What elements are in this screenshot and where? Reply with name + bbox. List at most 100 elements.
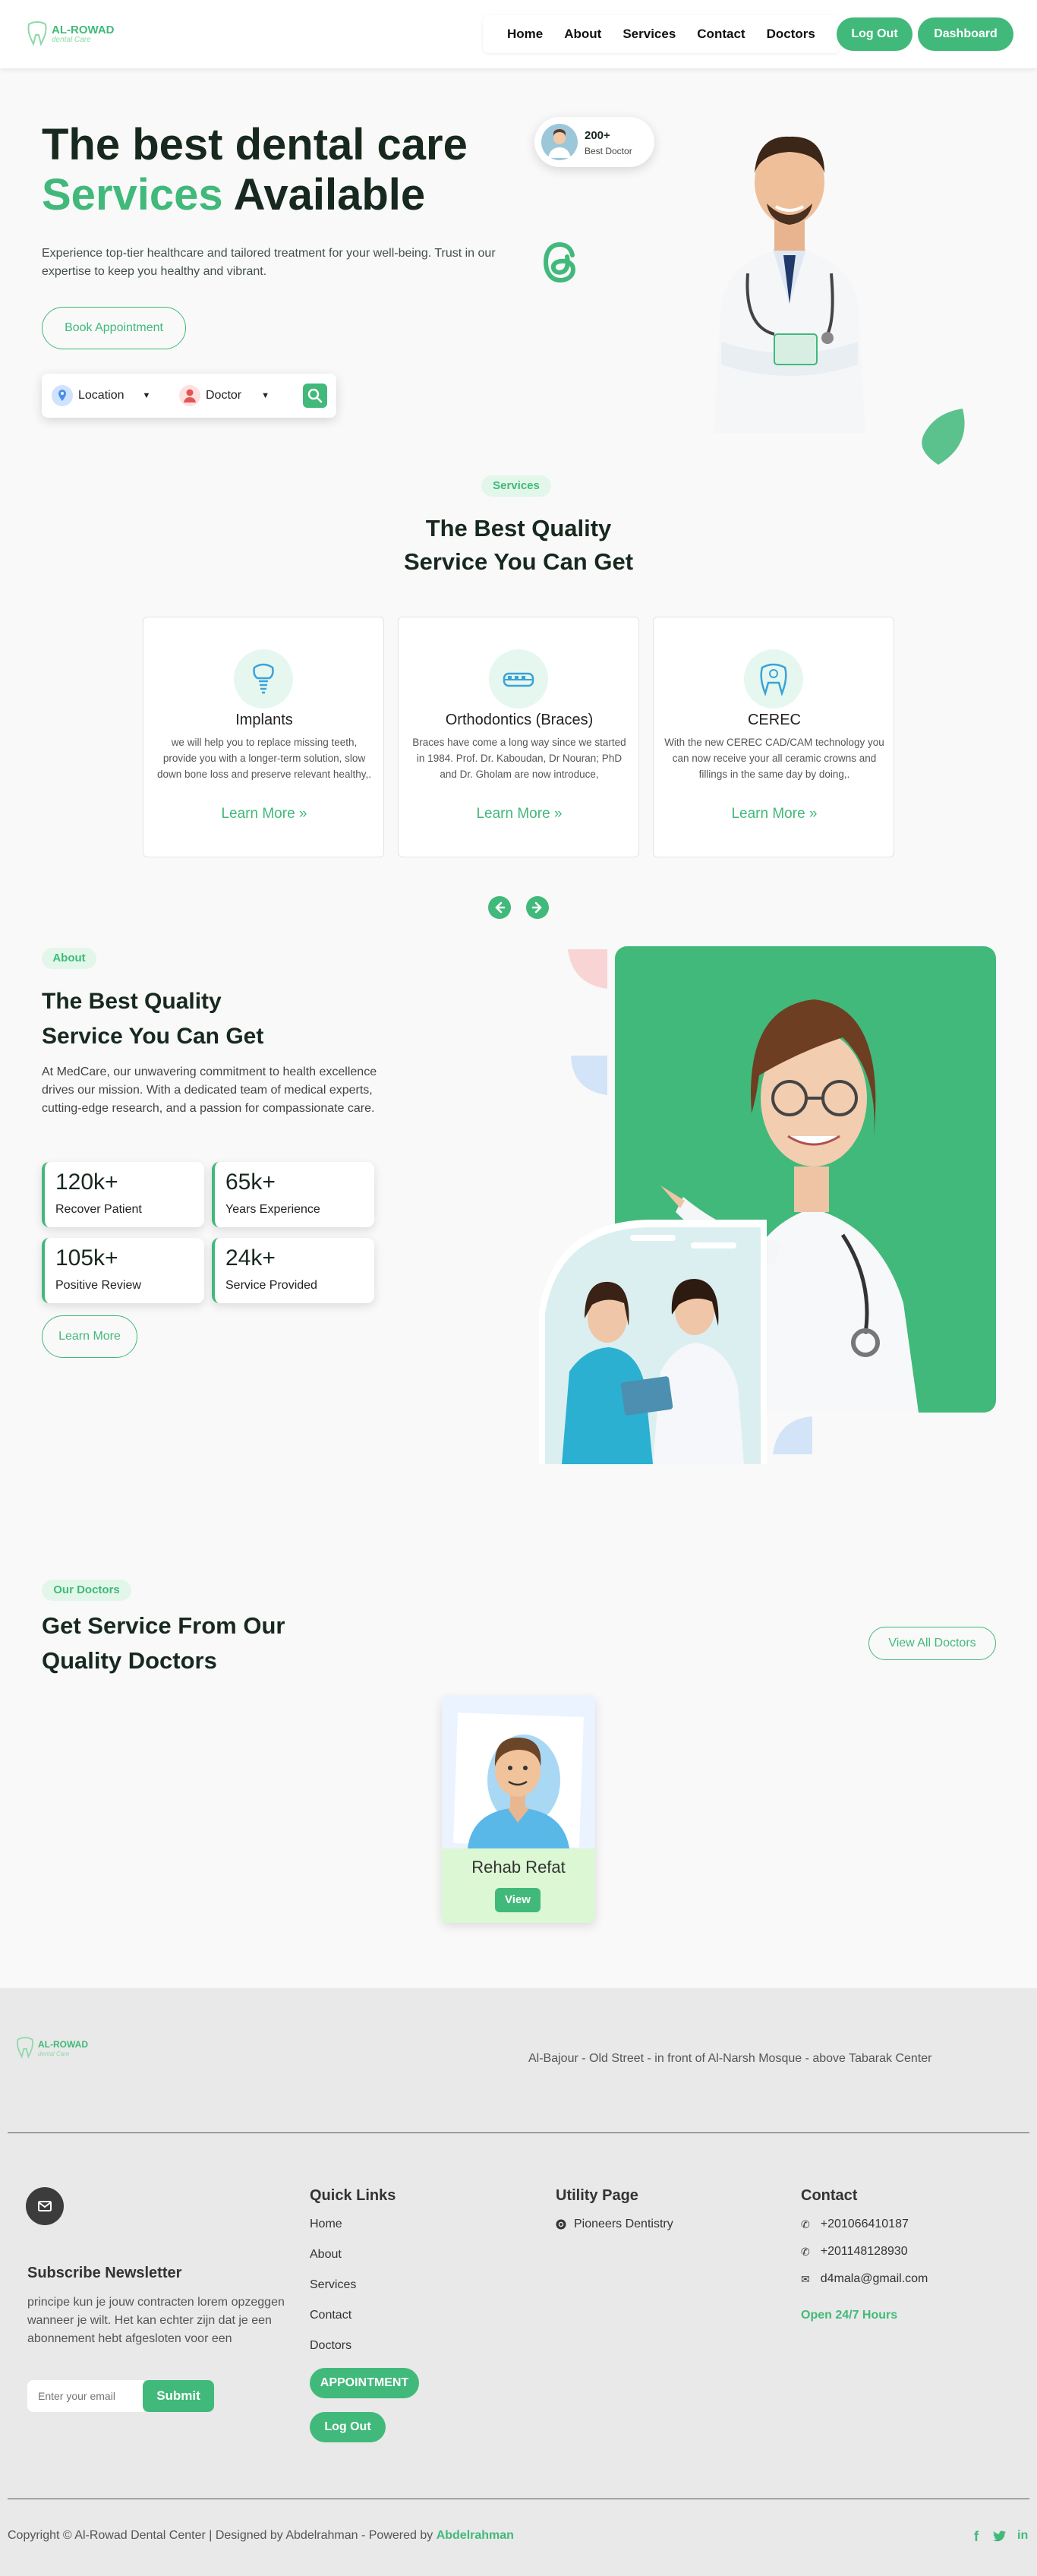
search-icon	[307, 388, 323, 403]
tooth-logo-icon	[27, 21, 47, 46]
hero-title-line1: The best dental care	[42, 120, 468, 169]
doctor-select[interactable]: Doctor ▼	[178, 384, 269, 407]
powered-by-link[interactable]: Abdelrahman	[437, 2529, 514, 2542]
services-chip: Services	[481, 475, 551, 497]
nav-home[interactable]: Home	[496, 27, 553, 42]
leaf-decoration	[922, 409, 965, 465]
carousel-prev-button[interactable]	[488, 896, 511, 919]
footer-address: Al-Bajour - Old Street - in front of Al-…	[528, 2052, 932, 2065]
envelope-icon: ✉	[801, 2272, 810, 2285]
email-text: d4mala@gmail.com	[820, 2272, 928, 2285]
newsletter-title: Subscribe Newsletter	[27, 2265, 182, 2281]
blue-shape-decoration	[571, 1056, 607, 1095]
stat-label: Positive Review	[55, 1279, 141, 1292]
service-card[interactable]: CEREC With the new CEREC CAD/CAM technol…	[653, 617, 894, 857]
linkedin-icon[interactable]: in	[1017, 2529, 1028, 2543]
services-title: The Best Quality Service You Can Get	[291, 512, 746, 579]
stat-card: 65k+ Years Experience	[212, 1162, 374, 1227]
phone2-text: +201148128930	[820, 2245, 908, 2258]
logout-button[interactable]: Log Out	[837, 17, 912, 51]
utility-item-label: Pioneers Dentistry	[574, 2218, 673, 2230]
search-bar: Location ▼ Doctor ▼	[42, 374, 336, 418]
utility-page-title: Utility Page	[556, 2187, 638, 2204]
service-title: Orthodontics (Braces)	[445, 712, 594, 728]
hero-doctor-image	[714, 136, 865, 433]
nurses-image	[539, 1220, 767, 1464]
pink-shape-decoration	[568, 949, 607, 989]
doctor-card[interactable]: Rehab Refat View	[442, 1697, 595, 1923]
blue-shape-decoration	[773, 1416, 812, 1454]
about-chip: About	[42, 948, 96, 969]
stat-value: 65k+	[225, 1170, 276, 1195]
location-label: Location	[78, 389, 125, 402]
facebook-icon[interactable]: f	[974, 2529, 979, 2545]
dashboard-button[interactable]: Dashboard	[918, 17, 1013, 51]
service-description: Braces have come a long way since we sta…	[412, 737, 626, 780]
braces-icon	[489, 649, 548, 709]
footer-logo[interactable]: AL-ROWAD dental Care	[15, 2037, 88, 2060]
arrow-right-icon	[531, 901, 542, 914]
footer-link-about[interactable]: About	[310, 2248, 342, 2262]
nav-contact[interactable]: Contact	[686, 27, 755, 42]
chevron-down-icon: ▼	[261, 391, 270, 400]
chevron-down-icon: ▼	[142, 391, 151, 400]
carousel-next-button[interactable]	[526, 896, 549, 919]
view-doctor-button[interactable]: View	[495, 1888, 541, 1912]
logo-tagline: dental Care	[52, 36, 91, 44]
footer-link-home[interactable]: Home	[310, 2218, 342, 2231]
footer-link-doctors[interactable]: Doctors	[310, 2339, 351, 2353]
learn-more-link[interactable]: Learn More »	[399, 806, 640, 822]
service-card[interactable]: Orthodontics (Braces) Braces have come a…	[398, 617, 639, 857]
newsletter-submit-button[interactable]: Submit	[143, 2380, 214, 2412]
doctor-label: Doctor	[206, 389, 242, 402]
service-title: Implants	[235, 712, 293, 728]
doctor-name: Rehab Refat	[471, 1858, 566, 1877]
book-appointment-button[interactable]: Book Appointment	[42, 307, 186, 349]
best-doctor-badge: 200+ Best Doctor	[534, 117, 654, 167]
stat-value: 120k+	[55, 1170, 118, 1195]
doctors-title: Get Service From Our Quality Doctors	[42, 1608, 285, 1678]
nav-about[interactable]: About	[553, 27, 612, 42]
learn-more-link[interactable]: Learn More »	[143, 806, 385, 822]
nav-services[interactable]: Services	[612, 27, 686, 42]
contact-title: Contact	[801, 2187, 858, 2204]
copyright: Copyright © Al-Rowad Dental Center | Des…	[8, 2529, 514, 2543]
phone1-text: +201066410187	[820, 2218, 909, 2230]
search-button[interactable]	[303, 384, 327, 408]
contact-email[interactable]: ✉ d4mala@gmail.com	[801, 2272, 928, 2286]
doctors-chip: Our Doctors	[42, 1580, 131, 1601]
about-learn-more-button[interactable]: Learn More	[42, 1315, 137, 1358]
about-title-line2: Service You Can Get	[42, 1024, 264, 1049]
newsletter-email-input[interactable]	[27, 2380, 144, 2412]
hero-title-rest: Available	[233, 170, 426, 219]
services-title-line1: The Best Quality	[425, 515, 612, 541]
twitter-icon[interactable]	[993, 2529, 1007, 2546]
footer-link-services[interactable]: Services	[310, 2278, 356, 2292]
contact-phone1[interactable]: ✆ +201066410187	[801, 2218, 909, 2231]
service-description: we will help you to replace missing teet…	[157, 737, 371, 780]
service-card[interactable]: Implants we will help you to replace mis…	[143, 617, 384, 857]
threads-icon	[556, 2219, 566, 2230]
stat-label: Years Experience	[225, 1203, 320, 1216]
utility-item[interactable]: Pioneers Dentistry	[556, 2218, 673, 2231]
hero-title-green: Services	[42, 170, 223, 219]
services-title-line2: Service You Can Get	[403, 548, 634, 575]
phone-icon: ✆	[801, 2218, 810, 2230]
footer-logout-button[interactable]: Log Out	[310, 2412, 386, 2442]
footer-logo-name: AL-ROWAD	[38, 2039, 88, 2050]
footer-logo-tagline: dental Care	[38, 2050, 70, 2057]
footer-divider	[8, 2132, 1029, 2133]
newsletter-text: principe kun je jouw contracten lorem op…	[27, 2296, 285, 2345]
mail-icon	[26, 2187, 64, 2225]
view-all-doctors-button[interactable]: View All Doctors	[868, 1627, 996, 1660]
learn-more-link[interactable]: Learn More »	[654, 806, 895, 822]
footer-link-contact[interactable]: Contact	[310, 2309, 351, 2322]
contact-phone2[interactable]: ✆ +201148128930	[801, 2245, 908, 2259]
footer-appointment-button[interactable]: APPOINTMENT	[310, 2368, 419, 2398]
quick-links-title: Quick Links	[310, 2187, 396, 2204]
logo[interactable]: AL-ROWAD dental Care	[26, 21, 115, 47]
stat-label: Recover Patient	[55, 1203, 142, 1216]
nav-doctors[interactable]: Doctors	[756, 27, 826, 42]
doctor-icon	[179, 385, 200, 406]
location-select[interactable]: Location ▼	[51, 384, 150, 407]
